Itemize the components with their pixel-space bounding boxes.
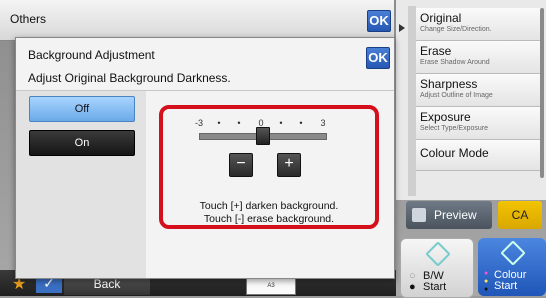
preview-label: Preview (434, 208, 477, 222)
others-header (0, 0, 394, 41)
bw-bullet-icon: ● (409, 281, 416, 293)
side-item-original[interactable]: Original Change Size/Direction. (416, 8, 542, 41)
minus-button[interactable]: − (229, 153, 253, 177)
plus-button[interactable]: + (277, 153, 301, 177)
preview-button[interactable]: Preview (406, 201, 492, 229)
dialog-subtitle: Adjust Original Background Darkness. (28, 71, 231, 85)
hint-erase: Touch [-] erase background. (203, 213, 335, 225)
side-item-subtitle: Erase Shadow Around (420, 59, 490, 66)
side-scrollbar[interactable] (540, 8, 544, 178)
side-item-subtitle: Adjust Outline of Image (420, 92, 493, 99)
bw-start-label: Start (423, 281, 447, 293)
others-ok-button[interactable]: OK (367, 10, 391, 32)
side-item-title: Sharpness (420, 77, 478, 91)
side-item-erase[interactable]: Erase Erase Shadow Around (416, 41, 542, 74)
colour-dot-icon: ● (484, 286, 489, 293)
bw-start-icon (425, 241, 451, 267)
side-item-title: Original (420, 11, 462, 25)
slider-tick: • (299, 118, 303, 128)
side-item-title: Exposure (420, 110, 471, 124)
side-item-colour-mode[interactable]: Colour Mode (416, 140, 542, 171)
side-item-title: Erase (420, 44, 452, 58)
dialog-title: Background Adjustment (28, 48, 155, 62)
colour-start-icon (500, 240, 526, 266)
colour-start-button[interactable]: ● ● ● Colour Start (478, 238, 546, 296)
bw-start-button[interactable]: ○ ● B/W Start (400, 238, 474, 298)
darkness-slider-thumb[interactable] (256, 127, 270, 145)
side-item-sharpness[interactable]: Sharpness Adjust Outline of Image (416, 74, 542, 107)
panel-arrow-icon[interactable] (399, 24, 405, 32)
darkness-adjust-box: -3 • • 0 • • 3 − + Touch [+] darken back… (159, 105, 379, 229)
slider-tick: 3 (320, 118, 326, 128)
slider-tick: • (217, 118, 221, 128)
side-item-title: Colour Mode (420, 146, 489, 160)
ca-button[interactable]: CA (498, 201, 542, 229)
panel-tab[interactable] (408, 6, 416, 196)
hint-darken: Touch [+] darken background. (199, 200, 339, 212)
paper-size-icon: A3 (246, 277, 296, 295)
side-item-subtitle: Change Size/Direction. (420, 26, 492, 33)
side-item-subtitle: Select Type/Exposure (420, 125, 488, 132)
slider-tick: • (237, 118, 241, 128)
background-adjustment-dialog: Background Adjustment OK Adjust Original… (15, 37, 395, 279)
others-title: Others (10, 12, 47, 26)
on-button[interactable]: On (29, 130, 135, 156)
slider-tick: • (279, 118, 283, 128)
slider-tick: -3 (194, 118, 203, 128)
preview-icon (412, 208, 426, 222)
dialog-ok-button[interactable]: OK (366, 47, 390, 69)
colour-start-label: Start (494, 280, 518, 292)
off-button[interactable]: Off (29, 96, 135, 122)
side-item-exposure[interactable]: Exposure Select Type/Exposure (416, 107, 542, 140)
